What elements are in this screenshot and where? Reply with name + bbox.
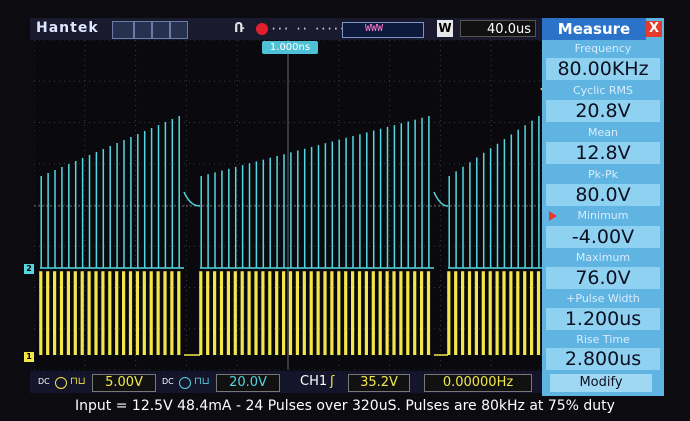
measure-label-pkpk: Pk-Pk xyxy=(588,168,618,181)
memory-depth-markers: ··· ·· ····· xyxy=(270,22,346,36)
trigger-level[interactable]: 35.2V xyxy=(348,374,410,392)
measure-value-rise-time: 2.800us xyxy=(546,348,660,370)
timebase-mode-badge: W xyxy=(437,20,453,37)
measure-label-pulse-width: +Pulse Width xyxy=(566,292,640,305)
waveform-display xyxy=(34,40,542,370)
ch2-scale[interactable]: 20.0V xyxy=(216,374,280,392)
trigger-edge-icon: ʃ xyxy=(330,374,335,389)
measure-value-frequency: 80.00KHz xyxy=(546,58,660,80)
ch1-bandwidth-icon: ⊓⊔ xyxy=(70,376,86,387)
measure-label-mean: Mean xyxy=(588,126,618,139)
measure-value-minimum: -4.00V xyxy=(546,226,660,248)
photo-caption: Input = 12.5V 48.4mA - 24 Pulses over 32… xyxy=(75,398,615,414)
ch2-bandwidth-icon: ⊓⊔ xyxy=(194,376,210,387)
brand-logo: Hantek xyxy=(36,20,99,36)
ch2-probe-icon xyxy=(179,377,191,389)
ch2-ground-marker[interactable]: 2 xyxy=(24,264,34,274)
trigger-source: CH1 xyxy=(300,374,328,389)
run-stop-indicator[interactable] xyxy=(256,23,268,35)
trigger-position-label: 1.000ns xyxy=(262,41,318,54)
measure-value-pkpk: 80.0V xyxy=(546,184,660,206)
timebase-value[interactable]: 40.0us xyxy=(460,20,536,37)
display-icon[interactable] xyxy=(152,21,170,39)
waveform-mode-icon[interactable] xyxy=(112,21,134,39)
measure-label-rms: Cyclic RMS xyxy=(572,84,633,97)
measure-value-rms: 20.8V xyxy=(546,100,660,122)
oscilloscope-screen: Hantek Ռ ··· ·· ····· WWW W 40.0us 1.000… xyxy=(0,0,690,421)
measure-label-minimum: Minimum xyxy=(577,209,629,222)
save-icon[interactable] xyxy=(170,21,188,39)
measure-value-mean: 12.8V xyxy=(546,142,660,164)
measure-label-frequency: Frequency xyxy=(574,42,632,55)
buffer-overview: WWW xyxy=(342,22,424,38)
modify-button[interactable]: Modify xyxy=(550,374,652,392)
ch1-scale[interactable]: 5.00V xyxy=(92,374,156,392)
ch2-coupling: DC xyxy=(162,377,174,386)
ch1-probe-icon xyxy=(55,377,67,389)
buffer-text: WWW xyxy=(365,23,384,34)
ch1-ground-marker[interactable]: 1 xyxy=(24,352,34,362)
cursor-icon[interactable] xyxy=(134,21,152,39)
measure-value-maximum: 76.0V xyxy=(546,267,660,289)
run-stop-label: Ռ xyxy=(234,21,245,36)
measure-close-button[interactable]: X xyxy=(646,21,662,37)
measure-value-pulse-width: 1.200us xyxy=(546,308,660,330)
measure-label-maximum: Maximum xyxy=(575,251,631,264)
trigger-frequency: 0.00000Hz xyxy=(424,374,532,392)
measure-label-rise-time: Rise Time xyxy=(576,333,630,346)
ch1-coupling: DC xyxy=(38,377,50,386)
measure-title: Measure xyxy=(542,18,646,40)
